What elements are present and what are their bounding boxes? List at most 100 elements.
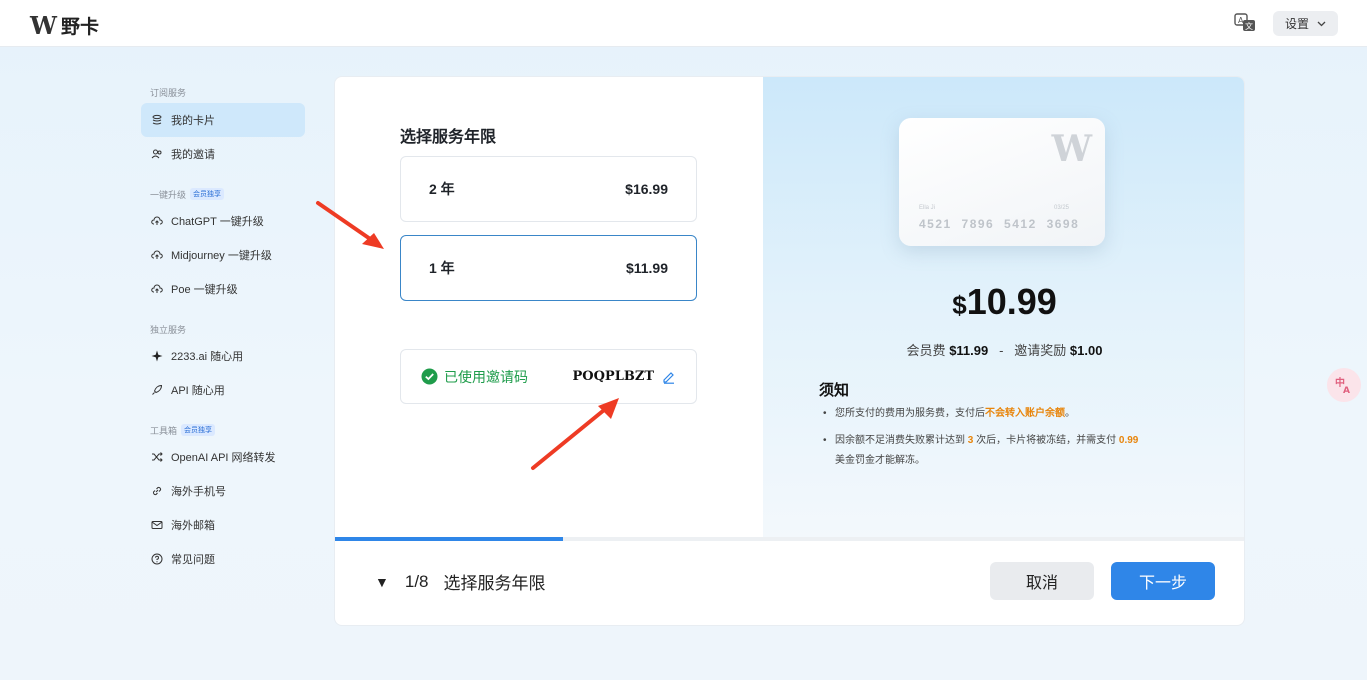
invite-status: 已使用邀请码 [421, 367, 528, 387]
section-title-text: 工具箱 [150, 425, 178, 436]
logo-mark: W [30, 11, 57, 40]
sidebar-item-openai-api-forward[interactable]: OpenAI API 网络转发 [141, 440, 305, 474]
sidebar-item-overseas-email[interactable]: 海外邮箱 [141, 508, 305, 542]
svg-text:A: A [1343, 386, 1350, 396]
sidebar-item-label: Poe 一键升级 [171, 284, 238, 296]
svg-text:文: 文 [1245, 21, 1253, 31]
card-stack-icon [152, 114, 162, 125]
section-title-text: 独立服务 [150, 324, 187, 335]
card-number: 4521 7896 5412 3698 [919, 217, 1080, 231]
top-bar: W 野卡 A 文 设置 [0, 0, 1367, 47]
card-logo: W [1051, 128, 1092, 170]
step-indicator[interactable]: ▼ 1/8 选择服务年限 [375, 569, 546, 594]
price-amount: 10.99 [966, 281, 1057, 322]
notice-title: 须知 [819, 382, 850, 399]
card-expiry: 03/25 [1054, 205, 1070, 211]
sidebar-item-label: 海外手机号 [171, 486, 226, 498]
question-icon [151, 553, 163, 565]
sidebar-item-poe-upgrade[interactable]: Poe 一键升级 [141, 272, 305, 306]
notice-text: 。 [1065, 408, 1075, 419]
invite-code-value: POQPLBZT [572, 369, 655, 384]
edit-pencil-icon[interactable] [662, 370, 676, 384]
total-price: $10.99 [763, 281, 1244, 323]
step-counter: 1/8 [404, 571, 429, 591]
section-title-text: 订阅服务 [150, 87, 187, 98]
shuffle-icon [152, 452, 163, 462]
cancel-button[interactable]: 取消 [990, 562, 1094, 600]
order-summary-pane: W Ella Ji 03/25 4521 7896 5412 3698 $10.… [763, 77, 1244, 537]
notice-text: 美金罚金才能解冻。 [835, 455, 925, 466]
section-title-text: 一键升级 [150, 189, 187, 200]
sidebar-item-label: Midjourney 一键升级 [171, 250, 272, 262]
notice-text: 您所支付的费用为服务费，支付后 [835, 408, 985, 419]
sidebar-item-label: 我的卡片 [171, 115, 215, 127]
sidebar-item-my-cards[interactable]: 我的卡片 [141, 103, 305, 137]
next-step-button[interactable]: 下一步 [1111, 562, 1215, 600]
link-icon [152, 486, 162, 496]
sidebar-section-title: 订阅服务 [150, 85, 305, 99]
sparkle-icon [151, 350, 163, 362]
sidebar-item-midjourney-upgrade[interactable]: Midjourney 一键升级 [141, 238, 305, 272]
price-breakdown: 会员费 $11.99 - 邀请奖励 $1.00 [763, 340, 1244, 359]
fee-label: 会员费 [906, 343, 946, 358]
notice-highlight: 3 [967, 435, 974, 446]
notice-text: 次后，卡片将被冻结，并需支付 [976, 435, 1117, 446]
translate-icon: 中 A [1335, 376, 1350, 396]
sidebar-item-label: 我的邀请 [171, 149, 215, 161]
reward-value: $1.00 [1069, 343, 1103, 358]
card-preview: W Ella Ji 03/25 4521 7896 5412 3698 [899, 118, 1105, 246]
triangle-down-icon: ▼ [375, 573, 389, 590]
members-only-badge: 会员独享 [190, 188, 225, 200]
sidebar: 订阅服务 我的卡片 我的邀请 一键升级 会员独享 ChatGPT 一键升级 Mi… [141, 85, 305, 576]
check-circle-icon [421, 368, 438, 385]
fee-value: $11.99 [949, 343, 989, 358]
cloud-upload-icon [151, 284, 163, 293]
cloud-upload-icon [151, 216, 163, 225]
sidebar-item-2233ai[interactable]: 2233.ai 随心用 [141, 339, 305, 373]
sidebar-item-my-invites[interactable]: 我的邀请 [141, 137, 305, 171]
sidebar-section-title: 独立服务 [150, 322, 305, 336]
mail-icon [151, 521, 163, 529]
separator: - [999, 343, 1004, 358]
rocket-icon [152, 384, 163, 395]
members-only-badge: 会员独享 [181, 424, 216, 436]
settings-dropdown[interactable]: 设置 [1273, 11, 1338, 36]
option-price: $16.99 [625, 181, 668, 197]
step-progress-fill [335, 537, 563, 541]
sidebar-section-title: 一键升级 会员独享 [150, 187, 305, 201]
cloud-upload-icon [151, 250, 163, 259]
price-currency: $ [952, 290, 967, 320]
translate-language-icon[interactable]: A 文 [1233, 12, 1257, 34]
sidebar-item-chatgpt-upgrade[interactable]: ChatGPT 一键升级 [141, 204, 305, 238]
sidebar-item-label: ChatGPT 一键升级 [171, 216, 264, 228]
option-price: $11.99 [625, 260, 668, 276]
settings-label: 设置 [1284, 17, 1309, 31]
invite-code-box: 已使用邀请码 POQPLBZT [400, 349, 697, 404]
floating-translate-button[interactable]: 中 A [1327, 368, 1361, 402]
sidebar-item-label: 海外邮箱 [171, 520, 215, 532]
sidebar-item-faq[interactable]: 常见问题 [141, 542, 305, 576]
sidebar-item-label: OpenAI API 网络转发 [171, 452, 276, 464]
brand-name: 野卡 [60, 17, 99, 38]
sidebar-item-overseas-phone[interactable]: 海外手机号 [141, 474, 305, 508]
sidebar-item-label: 常见问题 [171, 554, 215, 566]
sidebar-item-api[interactable]: API 随心用 [141, 373, 305, 407]
card-holder: Ella Ji [919, 205, 936, 211]
option-label: 1 年 [429, 260, 455, 276]
option-label: 2 年 [429, 181, 455, 197]
people-icon [151, 149, 162, 159]
purchase-card: 选择服务年限 2 年 $16.99 1 年 $11.99 已使用邀请码 POQP… [334, 76, 1245, 626]
step-progress-bar [335, 537, 1244, 541]
reward-label: 邀请奖励 [1014, 343, 1067, 358]
duration-option-1-year[interactable]: 1 年 $11.99 [400, 235, 697, 301]
section-title: 选择服务年限 [400, 129, 497, 146]
brand-logo[interactable]: W 野卡 [30, 11, 99, 40]
notice-item: 因余额不足消费失败累计达到 3 次后，卡片将被冻结，并需支付 0.99 美金罚金才… [821, 431, 1191, 471]
chevron-down-icon [1317, 21, 1326, 26]
duration-option-2-years[interactable]: 2 年 $16.99 [400, 156, 697, 222]
notice-text: 因余额不足消费失败累计达到 [835, 435, 965, 446]
sidebar-section-title: 工具箱 会员独享 [150, 423, 305, 437]
notice-item: 您所支付的费用为服务费，支付后不会转入账户余额。 [821, 404, 1201, 424]
notice-highlight: 不会转入账户余额 [985, 408, 1065, 419]
sidebar-item-label: 2233.ai 随心用 [171, 351, 244, 363]
